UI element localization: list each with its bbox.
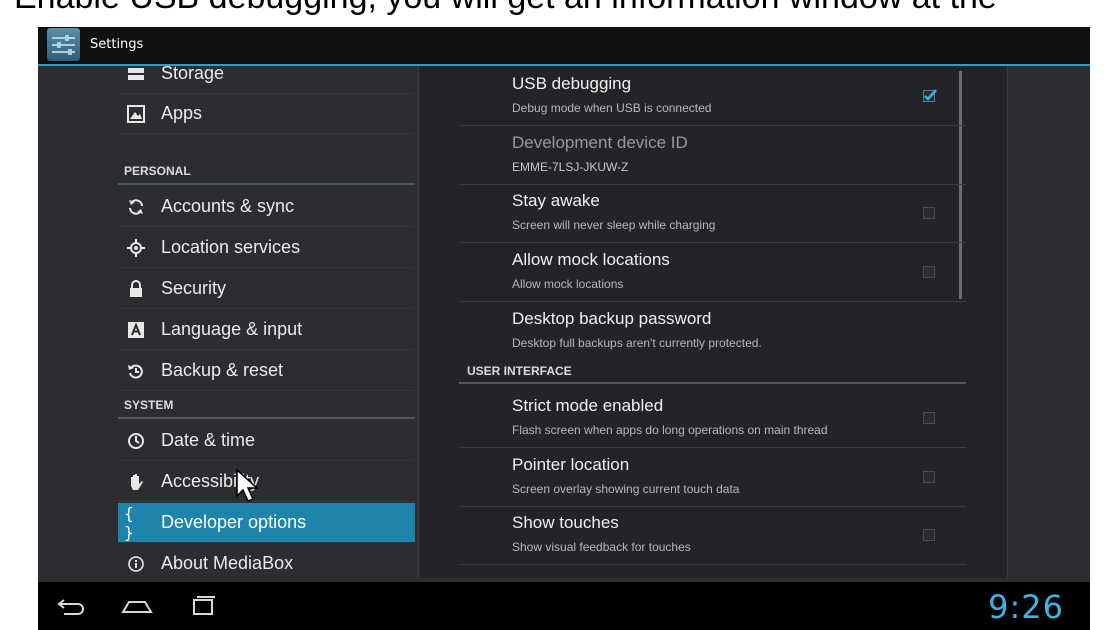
mock-locations-checkbox[interactable] [923, 266, 935, 278]
android-screen: Settings Storage Apps PERSONAL Accounts … [38, 27, 1090, 630]
sidebar-item-label: Security [161, 278, 227, 298]
caption-text: Enable USB debugging, you will get an in… [0, 0, 1114, 22]
pointer-location-checkbox[interactable] [923, 471, 935, 483]
stay-awake-checkbox[interactable] [923, 207, 935, 219]
pref-show-touches[interactable]: Show touches Show visual feedback for to… [459, 507, 966, 565]
sync-icon [124, 195, 148, 219]
sidebar-item-location[interactable]: Location services [118, 228, 415, 268]
show-touches-checkbox[interactable] [923, 529, 935, 541]
developer-options-list: USB debugging Debug mode when USB is con… [418, 66, 1008, 578]
pref-title: Stay awake [512, 191, 600, 210]
action-bar: Settings [38, 27, 1090, 66]
sidebar-item-label: Developer options [161, 512, 307, 532]
recent-apps-icon[interactable] [188, 594, 218, 623]
app-title: Settings [90, 37, 144, 52]
sidebar-item-security[interactable]: Security [118, 269, 415, 309]
pref-stay-awake[interactable]: Stay awake Screen will never sleep while… [459, 185, 966, 243]
pref-summary: Screen overlay showing current touch dat… [512, 482, 740, 496]
section-header-system: SYSTEM [118, 393, 415, 419]
sidebar-item-label: About MediaBox [161, 553, 294, 573]
hand-icon [124, 470, 148, 494]
pref-summary: Screen will never sleep while charging [512, 218, 716, 232]
back-icon[interactable] [56, 594, 86, 623]
pref-title: Allow mock locations [512, 250, 670, 269]
settings-content: Storage Apps PERSONAL Accounts & sync Lo… [38, 66, 1090, 582]
strict-mode-checkbox[interactable] [923, 412, 935, 424]
sidebar-item-label: Backup & reset [161, 360, 284, 380]
system-navigation-bar: 9:26 [38, 582, 1090, 630]
pref-development-device-id: Development device ID EMME-7LSJ-JKUW-Z [459, 127, 966, 185]
pref-usb-debugging[interactable]: USB debugging Debug mode when USB is con… [459, 68, 966, 126]
usb-debugging-checkbox[interactable] [923, 89, 937, 102]
sidebar-item-about[interactable]: About MediaBox [118, 544, 415, 582]
pref-summary: Debug mode when USB is connected [512, 101, 712, 115]
sidebar-item-backup-reset[interactable]: Backup & reset [118, 351, 415, 391]
sidebar-item-label: Date & time [161, 430, 256, 450]
lock-icon [124, 277, 148, 301]
category-user-interface: USER INTERFACE [459, 359, 966, 384]
sidebar-item-label: Language & input [161, 319, 303, 339]
pref-pointer-location[interactable]: Pointer location Screen overlay showing … [459, 449, 966, 507]
sidebar-item-apps[interactable]: Apps [118, 94, 415, 134]
backup-icon [124, 359, 148, 383]
sidebar-item-label: Accounts & sync [161, 196, 295, 216]
settings-app-icon[interactable] [47, 28, 80, 61]
sidebar-item-storage[interactable]: Storage [118, 66, 415, 94]
clock: 9:26 [988, 588, 1064, 626]
pref-title: Show touches [512, 513, 619, 532]
sidebar-item-developer-options[interactable]: { } Developer options [118, 503, 415, 543]
pref-title: USB debugging [512, 74, 632, 93]
pref-title: Desktop backup password [512, 309, 712, 328]
pref-summary: Show visual feedback for touches [512, 540, 691, 554]
sidebar-item-date-time[interactable]: Date & time [118, 421, 415, 461]
settings-sidebar: Storage Apps PERSONAL Accounts & sync Lo… [118, 66, 415, 582]
sidebar-item-label: Location services [161, 237, 301, 257]
sidebar-item-label: Apps [161, 103, 203, 123]
storage-icon [124, 66, 148, 86]
braces-icon: { } [124, 503, 134, 542]
sidebar-item-label: Storage [161, 66, 225, 83]
home-icon[interactable] [120, 594, 154, 623]
pref-summary: Allow mock locations [512, 277, 624, 291]
pref-title: Development device ID [512, 133, 688, 152]
pref-title: Strict mode enabled [512, 396, 664, 415]
mouse-pointer-icon [235, 468, 261, 509]
pref-summary: Flash screen when apps do long operation… [512, 423, 828, 437]
location-icon [124, 236, 148, 260]
apps-icon [124, 102, 148, 126]
info-icon [124, 552, 148, 576]
section-header-personal: PERSONAL [118, 159, 415, 185]
keyboard-icon [124, 318, 148, 342]
sidebar-item-accounts-sync[interactable]: Accounts & sync [118, 187, 415, 227]
pref-summary: EMME-7LSJ-JKUW-Z [512, 160, 629, 174]
sidebar-item-language-input[interactable]: Language & input [118, 310, 415, 350]
pref-title: Pointer location [512, 455, 630, 474]
sidebar-item-accessibility[interactable]: Accessibility [118, 462, 415, 502]
pref-summary: Desktop full backups aren't currently pr… [512, 336, 762, 350]
clock-icon [124, 429, 148, 453]
pref-strict-mode[interactable]: Strict mode enabled Flash screen when ap… [459, 390, 966, 448]
pref-allow-mock-locations[interactable]: Allow mock locations Allow mock location… [459, 244, 966, 302]
pref-desktop-backup-password[interactable]: Desktop backup password Desktop full bac… [459, 303, 966, 361]
